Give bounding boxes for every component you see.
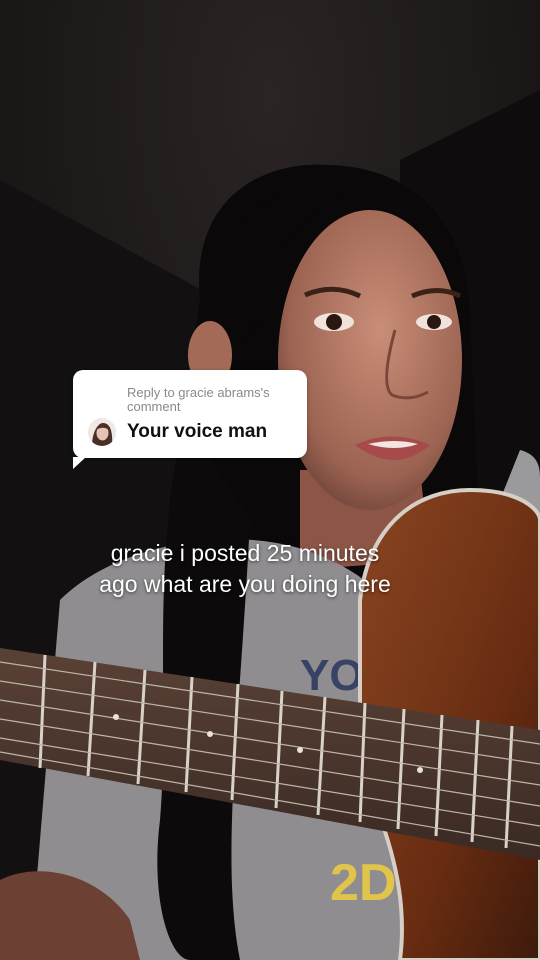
reply-header-text: Reply to gracie abrams's comment xyxy=(127,385,270,414)
reply-comment-text: Your voice man xyxy=(127,421,268,442)
video-caption: gracie i posted 25 minutes ago what are … xyxy=(40,538,450,600)
svg-text:YO: YO xyxy=(300,651,364,700)
caption-line-1: gracie i posted 25 minutes xyxy=(110,540,380,566)
avatar-photo-icon xyxy=(88,418,116,446)
reply-sticker-tail xyxy=(73,457,86,469)
video-frame: YO 2DO xyxy=(0,0,540,960)
commenter-avatar[interactable] xyxy=(88,418,116,446)
caption-line-2: ago what are you doing here xyxy=(99,571,391,597)
reply-comment-sticker[interactable]: Reply to gracie abrams's comment Your vo… xyxy=(73,370,307,469)
